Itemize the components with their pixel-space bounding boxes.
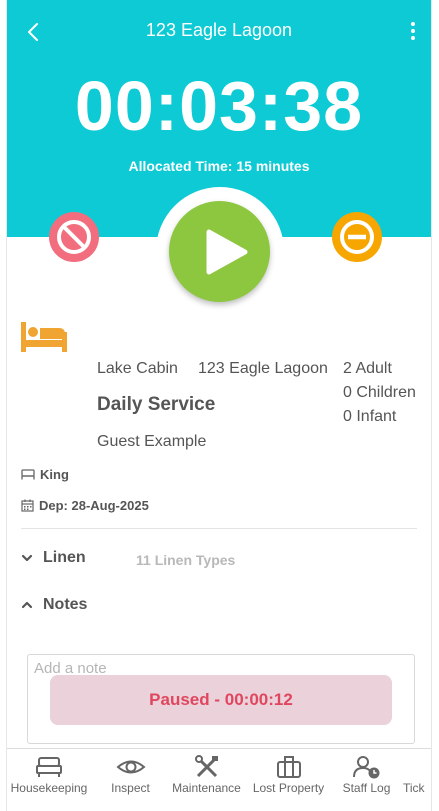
chevron-down-icon: [21, 554, 33, 562]
paused-status-badge: Paused - 00:00:12: [50, 675, 392, 725]
guest-name: Guest Example: [97, 433, 207, 450]
nav-label: Tick: [403, 781, 425, 795]
play-icon: [206, 229, 248, 275]
nav-label: Lost Property: [252, 781, 325, 795]
notes-section-toggle[interactable]: Notes: [21, 596, 87, 614]
notes-label: Notes: [43, 596, 88, 613]
eye-icon: [115, 760, 146, 774]
linen-summary: 11 Linen Types: [136, 552, 236, 568]
chevron-up-icon: [21, 601, 33, 609]
user-clock-icon: [352, 756, 379, 779]
linen-section-toggle[interactable]: Linen: [21, 549, 86, 567]
tools-icon: [194, 755, 218, 778]
adult-count: 2 Adult: [343, 360, 392, 377]
nav-staff-log[interactable]: Staff Log: [334, 749, 399, 811]
bed-type-row: King: [21, 467, 69, 482]
nav-label: Maintenance: [172, 781, 241, 795]
block-icon: [49, 212, 99, 262]
page-title: 123 Eagle Lagoon: [145, 20, 293, 40]
allocated-time: Allocated Time: 15 minutes: [128, 158, 310, 174]
nav-lost-property[interactable]: Lost Property: [243, 749, 334, 811]
nav-tick-icon: [399, 755, 431, 779]
bottom-nav: Housekeeping Inspect Maintenance Lost Pr…: [7, 748, 431, 811]
briefcase-icon: [276, 756, 301, 778]
service-type: Daily Service: [97, 394, 216, 415]
calendar-icon: [21, 499, 34, 512]
bed-type: King: [40, 467, 69, 482]
room-type: Lake Cabin: [97, 360, 178, 377]
elapsed-timer: 00:03:38: [74, 67, 364, 145]
infant-count: 0 Infant: [343, 408, 397, 425]
room-name: 123 Eagle Lagoon: [198, 360, 328, 377]
bed-icon: [36, 757, 62, 777]
minus-circle-icon: [332, 212, 382, 262]
more-vertical-icon[interactable]: [409, 22, 417, 40]
bed-icon: [21, 322, 67, 352]
departure-date: Dep: 28-Aug-2025: [39, 498, 149, 513]
nav-inspect[interactable]: Inspect: [91, 749, 170, 811]
bed-small-icon: [21, 469, 35, 480]
nav-label: Inspect: [111, 781, 150, 795]
nav-housekeeping[interactable]: Housekeeping: [7, 749, 91, 811]
top-bar: 123 Eagle Lagoon: [7, 0, 431, 62]
nav-tick[interactable]: Tick: [399, 749, 431, 811]
divider: [21, 528, 417, 529]
departure-row: Dep: 28-Aug-2025: [21, 498, 149, 513]
children-count: 0 Children: [343, 384, 416, 401]
pause-button[interactable]: [332, 212, 382, 262]
nav-label: Staff Log: [342, 781, 391, 795]
app-frame: 123 Eagle Lagoon 00:03:38 Allocated Time…: [6, 0, 432, 811]
stop-button[interactable]: [49, 212, 99, 262]
nav-maintenance[interactable]: Maintenance: [170, 749, 243, 811]
nav-label: Housekeeping: [10, 781, 88, 795]
play-button[interactable]: [169, 201, 270, 302]
linen-label: Linen: [43, 549, 86, 566]
